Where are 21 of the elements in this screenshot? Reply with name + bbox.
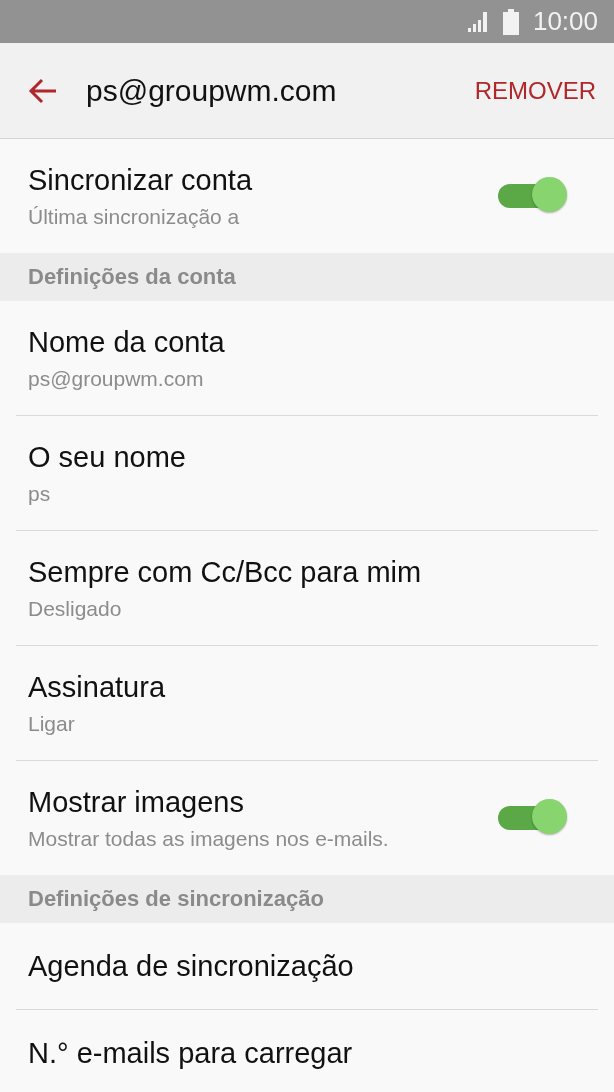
setting-title[interactable]: Mostrar imagens — [28, 785, 496, 819]
setting-summary: Ligar — [28, 711, 76, 736]
setting-title[interactable]: Assinatura — [28, 670, 568, 704]
section-title: Definições de sincronização — [28, 886, 324, 912]
remove-button[interactable]: REMOVER — [474, 72, 596, 109]
setting-title[interactable]: Agenda de sincronização — [28, 949, 568, 983]
setting-title[interactable]: N.° e-mails para carregar — [28, 1036, 568, 1070]
setting-title[interactable]: O seu nome — [28, 440, 568, 474]
setting-summary: ps@groupwm.com — [28, 366, 205, 391]
setting-summary: ps — [28, 481, 52, 506]
setting-summary: Desligado — [28, 596, 123, 621]
setting-title[interactable]: Sempre com Cc/Bcc para mim — [28, 555, 568, 589]
setting-summary: Última sincronização a — [28, 204, 241, 229]
status-time: 10:00 — [532, 6, 598, 37]
account-title: ps@groupwm.com — [86, 73, 338, 108]
setting-title[interactable]: Sincronizar conta — [28, 163, 496, 197]
battery-icon — [502, 8, 519, 35]
setting-title[interactable]: Nome da conta — [28, 325, 568, 359]
signal-icon — [466, 10, 489, 33]
setting-summary: Mostrar todas as imagens nos e-mails. — [28, 826, 390, 851]
section-title: Definições da conta — [28, 264, 236, 290]
